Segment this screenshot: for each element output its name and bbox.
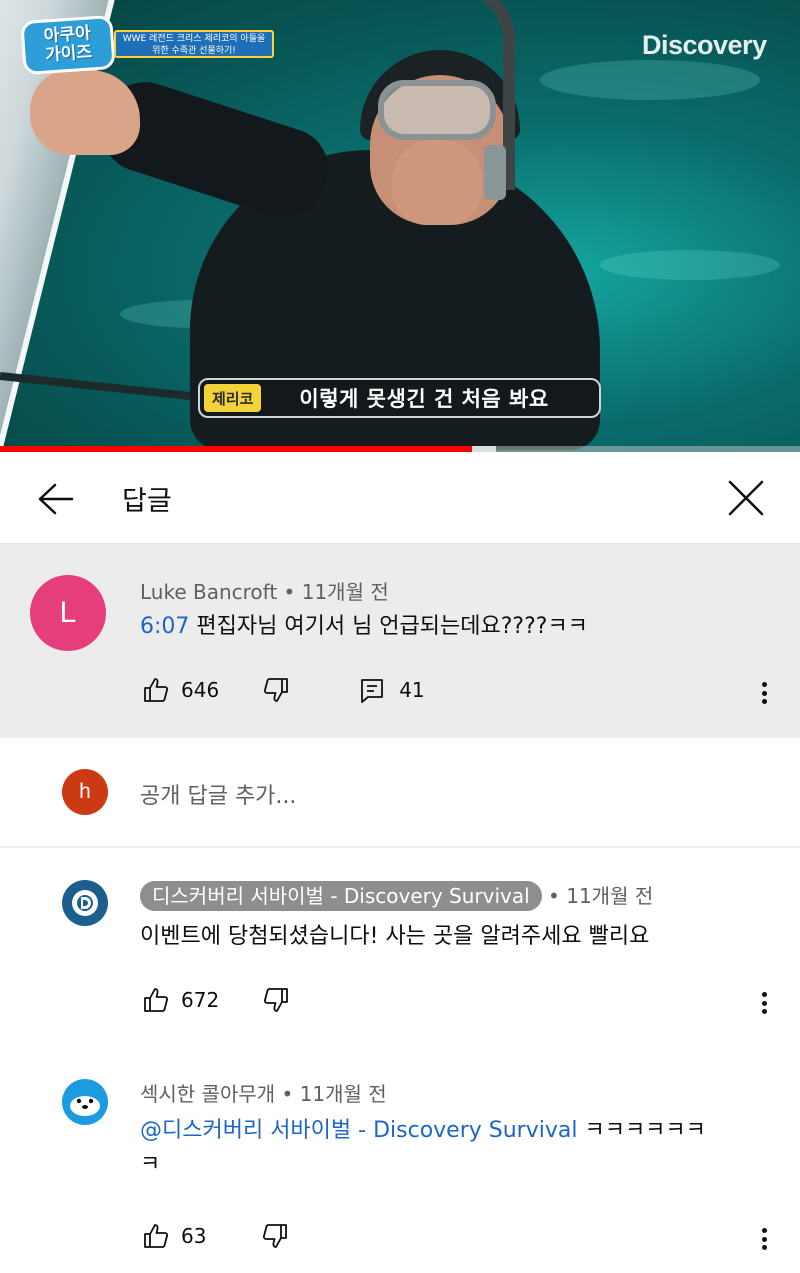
more-options-icon[interactable] (754, 678, 774, 708)
timestamp-link[interactable]: 6:07 (140, 614, 189, 639)
dislike-button[interactable] (263, 987, 289, 1013)
reply-text-line: ㅋ (140, 1152, 161, 1177)
reply-meta: 섹시한 콜아무개 • 11개월 전 (140, 1078, 387, 1107)
channel-author-badge[interactable]: 디스커버리 서바이벌 - Discovery Survival (140, 881, 542, 911)
video-caption: 제리코 이렇게 못생긴 건 처음 봐요 (198, 378, 601, 418)
reply-item: 디스커버리 서바이벌 - Discovery Survival • 11개월 전… (0, 848, 800, 1048)
more-options-icon[interactable] (754, 988, 774, 1018)
reply-meta: 디스커버리 서바이벌 - Discovery Survival • 11개월 전 (140, 880, 653, 911)
like-button[interactable]: 63 (143, 1223, 206, 1249)
video-player[interactable]: 아쿠아 가이즈 WWE 레전드 크리스 제리코의 아들을 위한 수족관 선물하기… (0, 0, 800, 452)
thumbs-down-icon (264, 988, 289, 1012)
close-button[interactable] (720, 472, 772, 524)
reply-text: 이벤트에 당첨되셨습니다! 사는 곳을 알려주세요 빨리요 (140, 924, 650, 949)
comment-body: 편집자님 여기서 님 언급되는데요????ㅋㅋ (189, 614, 588, 639)
thumbs-up-icon (144, 988, 169, 1012)
dislike-button[interactable] (263, 677, 289, 703)
user-avatar: h (62, 769, 108, 815)
like-button[interactable]: 672 (143, 987, 219, 1013)
water-reflection (600, 250, 780, 280)
comment-meta: Luke Bancroft • 11개월 전 (140, 576, 389, 605)
reply-author[interactable]: 섹시한 콜아무개 (140, 1082, 275, 1106)
avatar[interactable]: L (30, 575, 106, 651)
show-logo-line: 가이즈 (44, 42, 93, 66)
close-icon (728, 480, 764, 516)
snorkel-clip (484, 145, 506, 200)
meta-separator: • (541, 884, 567, 908)
reply-count: 41 (399, 678, 425, 702)
comment-author[interactable]: Luke Bancroft (140, 580, 277, 604)
water-reflection (540, 60, 760, 100)
parent-comment: L Luke Bancroft • 11개월 전 6:07 편집자님 여기서 님… (0, 544, 800, 738)
comment-icon (361, 679, 384, 703)
reply-time: 11개월 전 (299, 1082, 387, 1106)
reply-button[interactable]: 41 (359, 677, 425, 703)
seal-face-icon (70, 1096, 100, 1116)
avatar-letter: h (79, 780, 91, 803)
comment-time: 11개월 전 (301, 580, 389, 604)
like-count: 63 (181, 1224, 207, 1248)
channel-avatar[interactable] (62, 880, 108, 926)
meta-separator: • (277, 580, 302, 604)
dislike-button[interactable] (262, 1223, 288, 1249)
like-button[interactable]: 646 (143, 677, 219, 703)
reply-actions: 672 (143, 987, 289, 1013)
thumbs-down-icon (263, 1224, 288, 1248)
comment-text: 6:07 편집자님 여기서 님 언급되는데요????ㅋㅋ (140, 610, 588, 644)
page-title: 답글 (122, 486, 172, 517)
user-avatar[interactable] (62, 1079, 108, 1125)
back-button[interactable] (30, 474, 80, 524)
thumbs-down-icon (264, 678, 289, 702)
channel-watermark: Discovery (642, 30, 767, 60)
caption-text: 이렇게 못생긴 건 처음 봐요 (299, 387, 549, 411)
add-reply-box: h 공개 답글 추가... (0, 738, 800, 848)
reply-item: 섹시한 콜아무개 • 11개월 전 @디스커버리 서바이벌 - Discover… (0, 1048, 800, 1273)
avatar-letter: L (59, 596, 77, 629)
reply-time: 11개월 전 (566, 884, 654, 908)
like-count: 646 (181, 678, 220, 702)
replies-header: 답글 (0, 452, 800, 544)
show-subtitle: WWE 레전드 크리스 제리코의 아들을 위한 수족관 선물하기! (114, 30, 274, 58)
like-count: 672 (181, 988, 220, 1012)
reply-text-line: @디스커버리 서바이벌 - Discovery Survival ㅋㅋㅋㅋㅋㅋ (140, 1114, 780, 1148)
diver-hand (30, 70, 140, 155)
reply-body: ㅋㅋㅋㅋㅋㅋ (577, 1118, 706, 1143)
arrow-left-icon (38, 483, 74, 515)
caption-speaker: 제리코 (204, 384, 262, 412)
more-options-icon[interactable] (754, 1224, 774, 1254)
meta-separator: • (275, 1082, 300, 1106)
thumbs-up-icon (144, 1224, 169, 1248)
mention-link[interactable]: @디스커버리 서바이벌 - Discovery Survival (140, 1118, 577, 1143)
comment-actions: 646 41 (143, 677, 425, 703)
discovery-logo-icon (72, 890, 98, 916)
add-reply-input[interactable]: 공개 답글 추가... (140, 778, 296, 810)
reply-text: @디스커버리 서바이벌 - Discovery Survival ㅋㅋㅋㅋㅋㅋ … (140, 1114, 780, 1182)
show-logo: 아쿠아 가이즈 (20, 14, 116, 76)
thumbs-up-icon (144, 678, 169, 702)
reply-actions: 63 (143, 1223, 288, 1249)
